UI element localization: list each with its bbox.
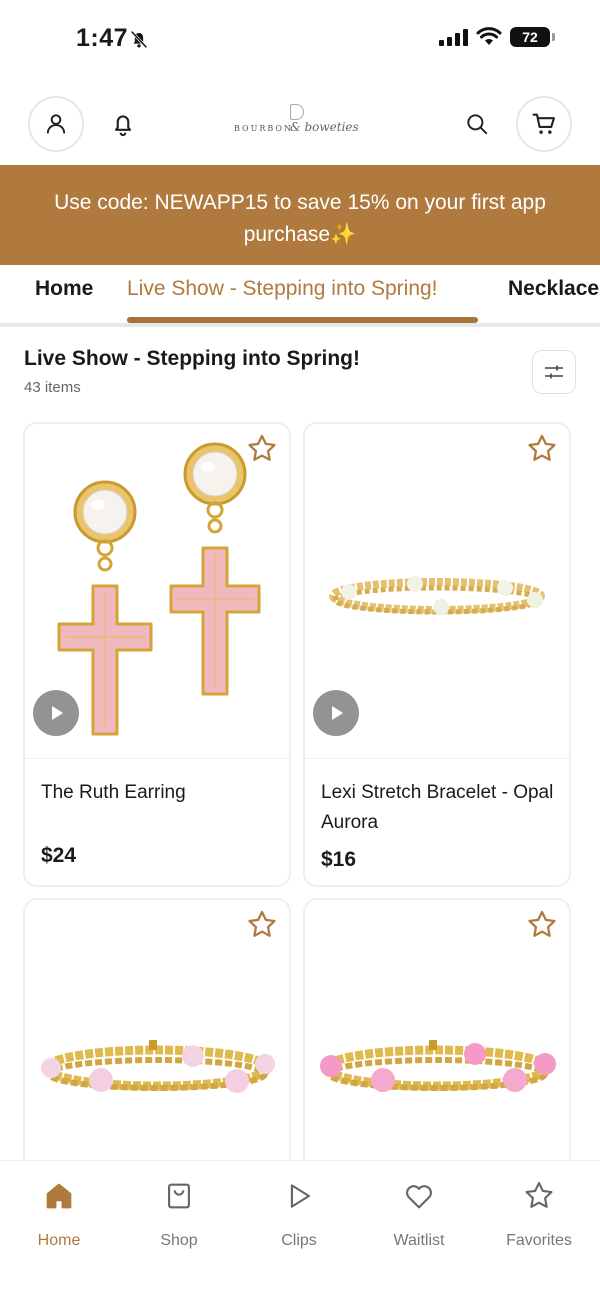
product-card[interactable]: The Ruth Earring $24 bbox=[23, 422, 291, 887]
play-icon bbox=[332, 706, 343, 720]
product-image[interactable] bbox=[305, 900, 569, 1196]
profile-button[interactable] bbox=[28, 96, 84, 152]
brand-logo[interactable]: BOURBON & boweties bbox=[230, 104, 370, 144]
nav-waitlist-label: Waitlist bbox=[393, 1232, 445, 1249]
active-tab-indicator bbox=[127, 317, 478, 323]
play-video-button[interactable] bbox=[33, 690, 79, 736]
promo-text: Use code: NEWAPP15 to save 15% on your f… bbox=[54, 191, 546, 246]
tab-necklaces[interactable]: Necklace bbox=[508, 277, 599, 301]
play-icon bbox=[290, 1184, 310, 1208]
product-price: $16 bbox=[321, 848, 357, 871]
user-icon bbox=[46, 114, 66, 134]
play-icon bbox=[52, 706, 63, 720]
favorite-star-icon[interactable] bbox=[525, 432, 559, 466]
favorite-star-icon[interactable] bbox=[525, 908, 559, 942]
notifications-button[interactable] bbox=[106, 107, 140, 141]
nav-shop-label: Shop bbox=[160, 1232, 198, 1249]
bell-muted-icon bbox=[130, 30, 148, 49]
status-time: 1:47 bbox=[76, 24, 129, 52]
product-name[interactable]: Lexi Stretch Bracelet - Opal Aurora bbox=[321, 778, 557, 838]
bottom-nav: Home Shop Clips Waitlist Favorites bbox=[0, 1160, 600, 1299]
search-button[interactable] bbox=[460, 107, 494, 141]
product-card[interactable] bbox=[23, 898, 291, 1198]
home-icon bbox=[46, 1183, 72, 1209]
star-icon bbox=[525, 1181, 553, 1208]
cart-icon bbox=[532, 113, 555, 134]
product-card[interactable] bbox=[303, 898, 571, 1198]
search-icon bbox=[467, 114, 488, 135]
tab-home[interactable]: Home bbox=[35, 277, 93, 301]
battery-indicator: 72 bbox=[510, 27, 555, 47]
product-price: $24 bbox=[41, 844, 77, 867]
filter-sliders-icon bbox=[545, 365, 563, 379]
product-card[interactable]: Lexi Stretch Bracelet - Opal Aurora $16 bbox=[303, 422, 571, 887]
filter-button[interactable] bbox=[532, 350, 576, 394]
bell-icon bbox=[114, 115, 132, 137]
favorite-star-icon[interactable] bbox=[245, 432, 279, 466]
product-image[interactable] bbox=[25, 900, 289, 1196]
nav-home-label: Home bbox=[37, 1232, 81, 1249]
promo-banner[interactable]: Use code: NEWAPP15 to save 15% on your f… bbox=[0, 165, 600, 265]
logo-script: & boweties bbox=[290, 120, 359, 134]
nav-favorites-label: Favorites bbox=[506, 1232, 572, 1249]
shop-icon bbox=[168, 1183, 190, 1209]
favorite-star-icon[interactable] bbox=[245, 908, 279, 942]
tab-live-show[interactable]: Live Show - Stepping into Spring! bbox=[127, 277, 438, 301]
app-header: BOURBON & boweties bbox=[0, 90, 600, 160]
logo-mark-icon bbox=[290, 104, 304, 120]
nav-favorites[interactable]: Favorites bbox=[489, 1179, 589, 1250]
nav-home[interactable]: Home bbox=[9, 1179, 109, 1250]
nav-shop[interactable]: Shop bbox=[129, 1179, 229, 1250]
hot-pink-beaded-bracelet-image bbox=[320, 1040, 556, 1092]
cart-button[interactable] bbox=[516, 96, 572, 152]
section-title: Live Show - Stepping into Spring! bbox=[24, 347, 360, 370]
product-image[interactable] bbox=[305, 424, 569, 759]
product-image[interactable] bbox=[25, 424, 289, 759]
heart-icon bbox=[406, 1185, 432, 1209]
logo-wordmark: BOURBON bbox=[234, 124, 293, 133]
item-count: 43 items bbox=[24, 379, 81, 396]
cellular-signal-icon bbox=[439, 28, 468, 46]
play-video-button[interactable] bbox=[313, 690, 359, 736]
wifi-icon bbox=[476, 27, 502, 45]
category-tabs: Home Live Show - Stepping into Spring! N… bbox=[0, 265, 600, 327]
pink-beaded-bracelet-image bbox=[41, 1040, 275, 1093]
nav-waitlist[interactable]: Waitlist bbox=[369, 1179, 469, 1250]
nav-clips[interactable]: Clips bbox=[249, 1179, 349, 1250]
product-name[interactable]: The Ruth Earring bbox=[41, 778, 277, 808]
nav-clips-label: Clips bbox=[281, 1232, 317, 1249]
status-bar: 1:47 72 bbox=[0, 0, 600, 80]
